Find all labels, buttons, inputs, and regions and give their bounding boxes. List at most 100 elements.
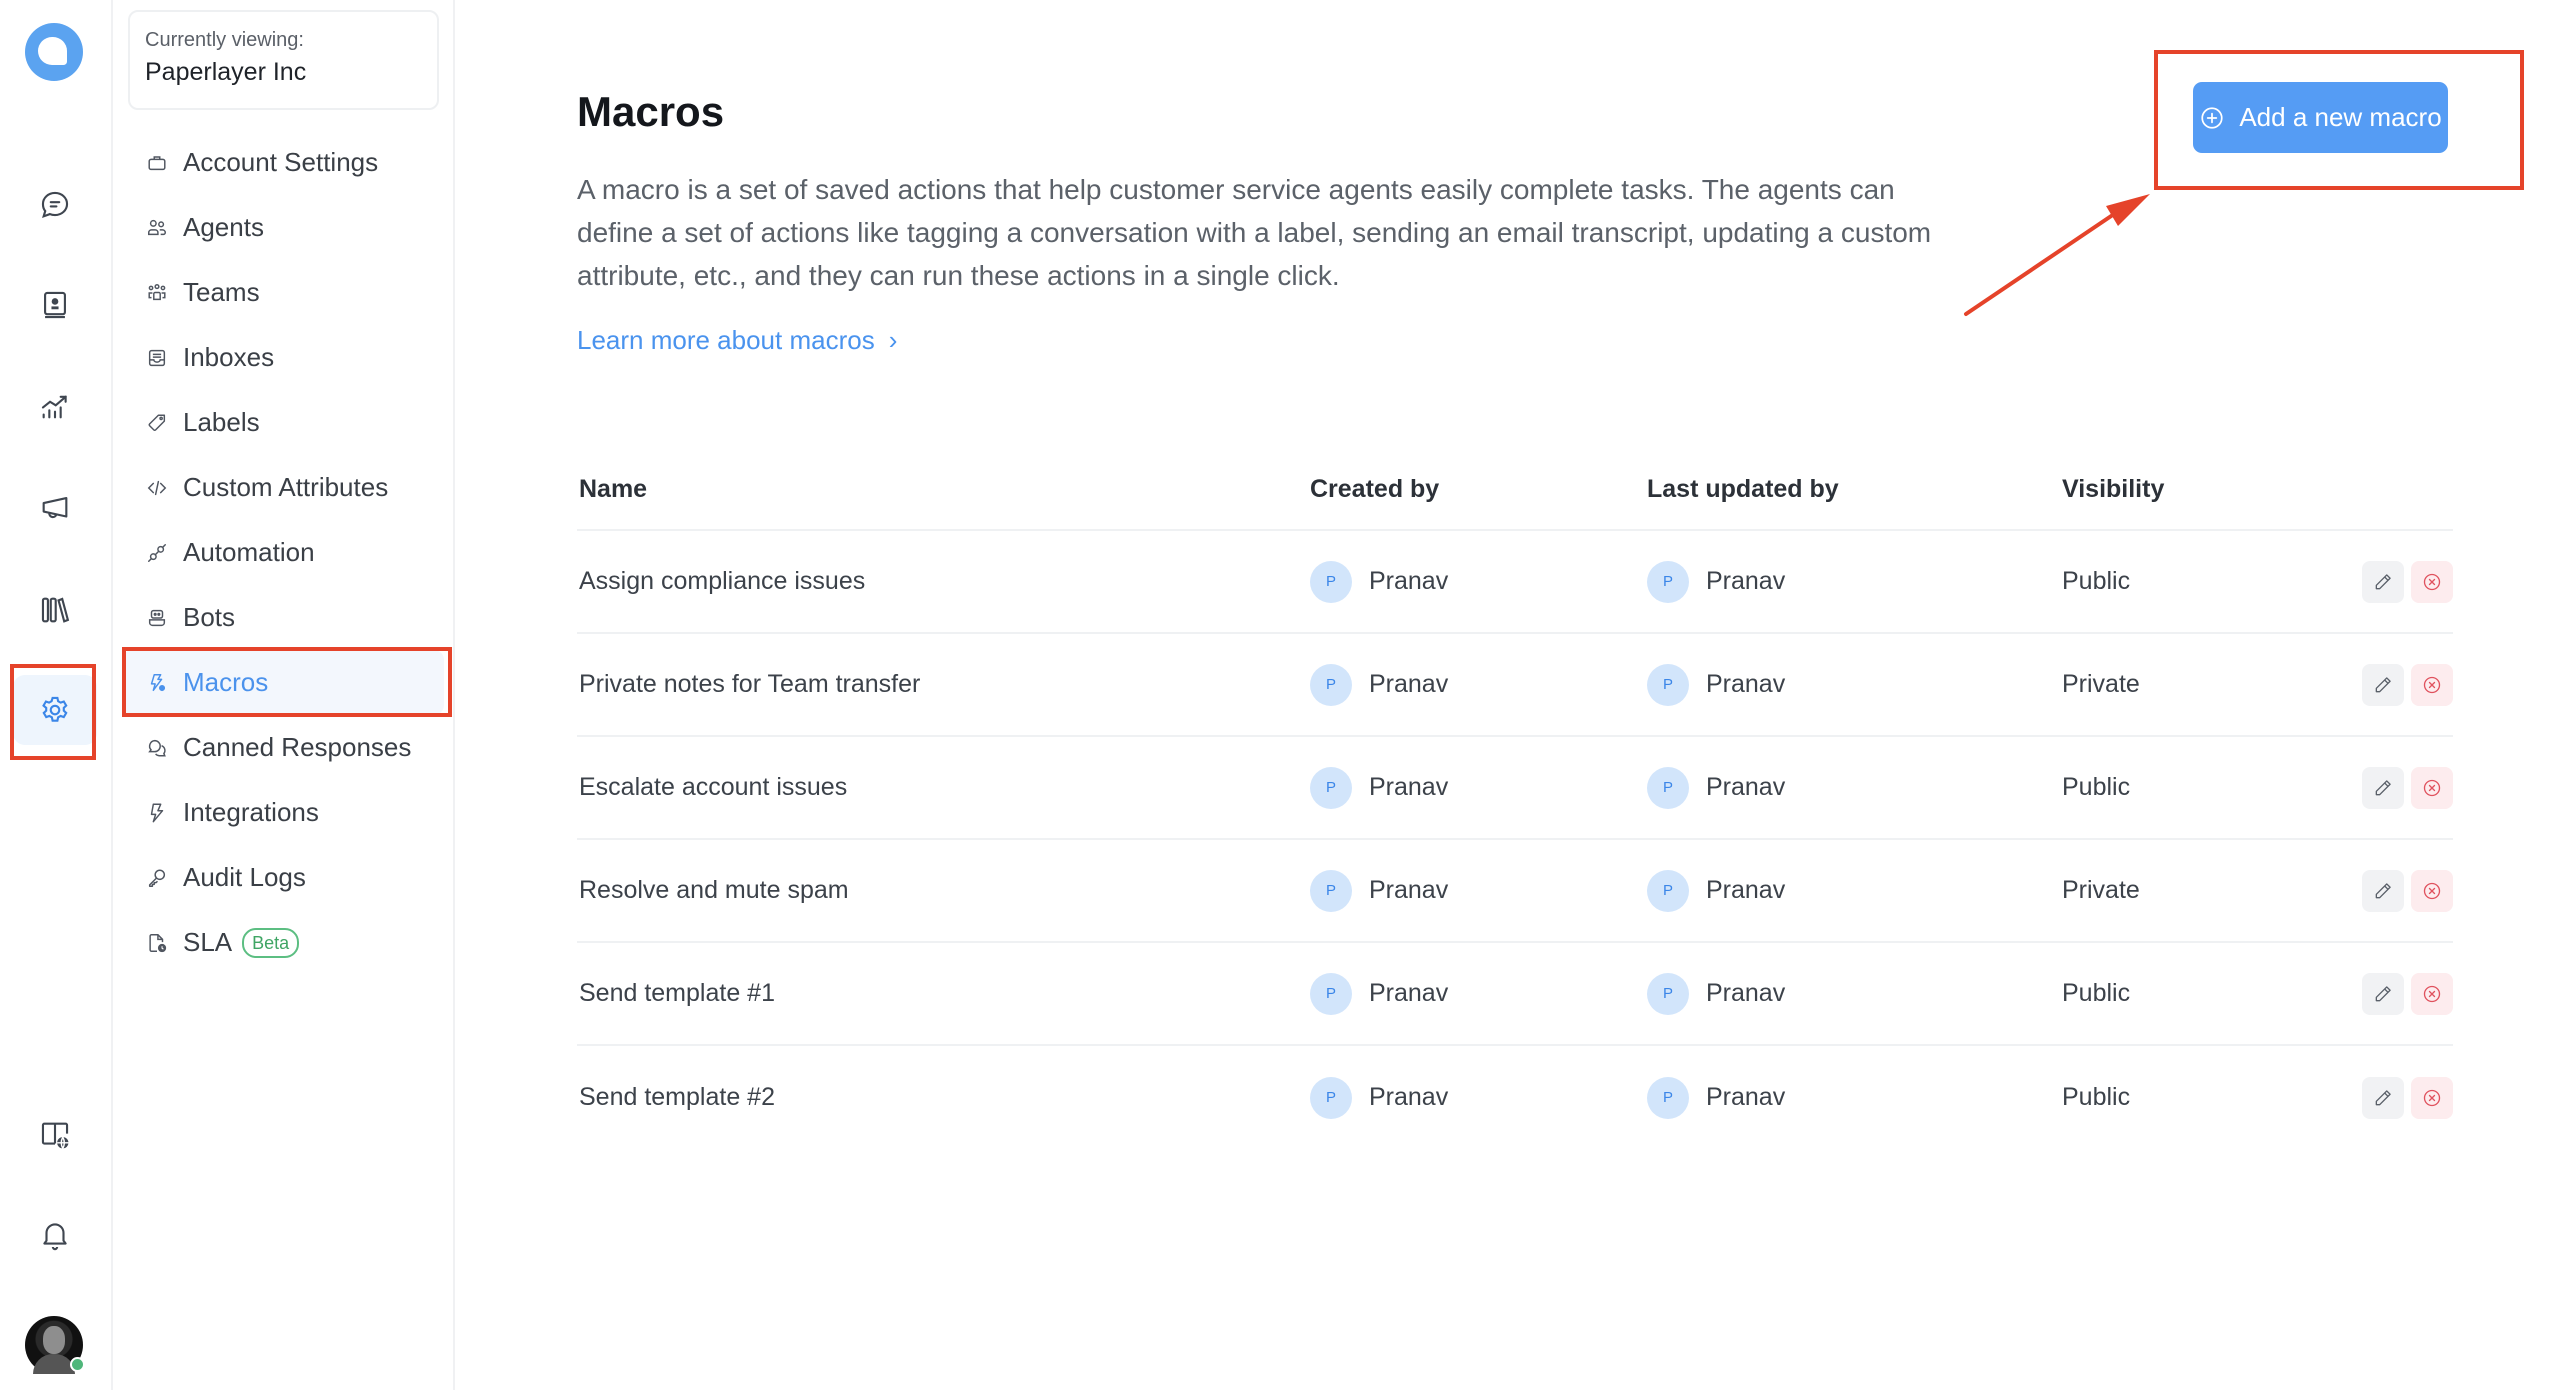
- beta-badge: Beta: [242, 927, 300, 958]
- edit-macro-button[interactable]: [2362, 972, 2404, 1015]
- portal-globe-icon: [41, 1122, 69, 1149]
- rail-contacts-button[interactable]: [13, 270, 97, 340]
- chat-multiple-icon: [146, 737, 168, 759]
- last-updated-by-name: Pranav: [1706, 876, 1786, 904]
- sidebar-item-canned-responses[interactable]: Canned Responses: [122, 715, 444, 780]
- sidebar-item-macros[interactable]: Macros: [122, 650, 444, 715]
- row-actions: [2362, 560, 2453, 603]
- dismiss-circle-icon: [2423, 779, 2441, 796]
- app-logo[interactable]: [25, 23, 83, 81]
- sidebar-item-label: Labels: [183, 407, 260, 437]
- sidebar-item-label: Automation: [183, 537, 315, 567]
- last-updated-by-cell: P Pranav: [1647, 560, 2062, 603]
- edit-macro-button[interactable]: [2362, 1076, 2404, 1119]
- learn-more-label: Learn more about macros: [577, 325, 875, 355]
- code-icon: [146, 477, 168, 499]
- avatar: P: [1310, 869, 1352, 912]
- created-by-name: Pranav: [1369, 773, 1449, 801]
- edit-macro-button[interactable]: [2362, 869, 2404, 912]
- visibility-value: Public: [2062, 979, 2131, 1007]
- primary-nav-rail: [0, 0, 113, 1390]
- sidebar-item-automation[interactable]: Automation: [122, 520, 444, 585]
- last-updated-by-name: Pranav: [1706, 773, 1786, 801]
- table-row: Private notes for Team transfer P Pranav…: [577, 634, 2453, 737]
- avatar: P: [1310, 1076, 1352, 1119]
- learn-more-link[interactable]: Learn more about macros ›: [577, 325, 897, 356]
- pencil-icon: [2375, 676, 2391, 692]
- visibility-value: Public: [2062, 773, 2131, 801]
- created-by-cell: P Pranav: [1310, 766, 1647, 809]
- sidebar-item-label: Account Settings: [183, 147, 379, 177]
- sidebar-item-account-settings[interactable]: Account Settings: [122, 130, 444, 195]
- sidebar-item-labels[interactable]: Labels: [122, 390, 444, 455]
- sidebar-item-label: Inboxes: [183, 342, 275, 372]
- avatar: P: [1647, 663, 1689, 706]
- sidebar-item-bots[interactable]: Bots: [122, 585, 444, 650]
- avatar-photo-body: [33, 1354, 75, 1374]
- avatar-photo-face: [43, 1326, 65, 1354]
- settings-sidebar: Currently viewing: Paperlayer Inc Accoun…: [113, 0, 455, 1390]
- rail-reports-button[interactable]: [13, 371, 97, 441]
- row-actions: [2362, 766, 2453, 809]
- sidebar-item-label: Teams: [183, 277, 260, 307]
- rail-campaigns-button[interactable]: [13, 473, 97, 543]
- rail-conversations-button[interactable]: [13, 170, 97, 240]
- sidebar-item-teams[interactable]: Teams: [122, 260, 444, 325]
- dismiss-circle-icon: [2423, 573, 2441, 590]
- delete-macro-button[interactable]: [2411, 663, 2453, 706]
- last-updated-by-cell: P Pranav: [1647, 1076, 2062, 1119]
- edit-macro-button[interactable]: [2362, 766, 2404, 809]
- avatar: P: [1647, 560, 1689, 603]
- sidebar-item-audit-logs[interactable]: Audit Logs: [122, 845, 444, 910]
- macro-name: Send template #1: [579, 979, 775, 1007]
- sidebar-item-label: Bots: [183, 602, 236, 632]
- sidebar-item-label: Agents: [183, 212, 264, 242]
- dismiss-circle-icon: [2423, 676, 2441, 693]
- library-icon: [41, 597, 70, 623]
- visibility-value: Private: [2062, 876, 2140, 904]
- avatar: P: [1647, 972, 1689, 1015]
- delete-macro-button[interactable]: [2411, 560, 2453, 603]
- column-header-visibility: Visibility: [2062, 475, 2165, 503]
- row-actions: [2362, 663, 2453, 706]
- bot-icon: [146, 607, 168, 629]
- macros-page: Macros A macro is a set of saved actions…: [577, 0, 2560, 1390]
- delete-macro-button[interactable]: [2411, 869, 2453, 912]
- sidebar-item-sla[interactable]: SLA Beta: [122, 910, 444, 975]
- contact-book-icon: [44, 291, 66, 319]
- rail-settings-button[interactable]: [13, 675, 97, 745]
- delete-macro-button[interactable]: [2411, 1076, 2453, 1119]
- sidebar-item-custom-attributes[interactable]: Custom Attributes: [122, 455, 444, 520]
- rail-notifications-button[interactable]: [13, 1200, 97, 1270]
- delete-macro-button[interactable]: [2411, 972, 2453, 1015]
- document-clock-icon: [146, 932, 168, 954]
- avatar: P: [1310, 972, 1352, 1015]
- dismiss-circle-icon: [2423, 882, 2441, 899]
- sidebar-item-integrations[interactable]: Integrations: [122, 780, 444, 845]
- sidebar-item-label: SLA: [183, 927, 233, 957]
- avatar: P: [1647, 766, 1689, 809]
- account-switcher-label: Currently viewing:: [145, 29, 304, 51]
- add-macro-button[interactable]: Add a new macro: [2193, 82, 2448, 153]
- pencil-icon: [2375, 985, 2391, 1001]
- table-row: Send template #2 P Pranav P Pranav Publi…: [577, 1046, 2453, 1149]
- rail-library-button[interactable]: [13, 575, 97, 645]
- sidebar-item-inboxes[interactable]: Inboxes: [122, 325, 444, 390]
- edit-macro-button[interactable]: [2362, 560, 2404, 603]
- user-avatar[interactable]: [25, 1316, 85, 1374]
- delete-macro-button[interactable]: [2411, 766, 2453, 809]
- team-icon: [146, 282, 168, 304]
- account-switcher[interactable]: Currently viewing: Paperlayer Inc: [128, 10, 439, 110]
- rail-portal-button[interactable]: [13, 1100, 97, 1170]
- key-icon: [146, 867, 168, 889]
- lightning-icon: [146, 802, 168, 824]
- column-header-last-updated-by: Last updated by: [1647, 475, 1839, 503]
- last-updated-by-name: Pranav: [1706, 567, 1786, 595]
- sidebar-item-agents[interactable]: Agents: [122, 195, 444, 260]
- avatar: P: [1647, 869, 1689, 912]
- edit-macro-button[interactable]: [2362, 663, 2404, 706]
- last-updated-by-name: Pranav: [1706, 670, 1786, 698]
- macro-name: Assign compliance issues: [579, 567, 866, 595]
- table-header: Name Created by Last updated by Visibili…: [577, 450, 2453, 531]
- pencil-icon: [2375, 1089, 2391, 1105]
